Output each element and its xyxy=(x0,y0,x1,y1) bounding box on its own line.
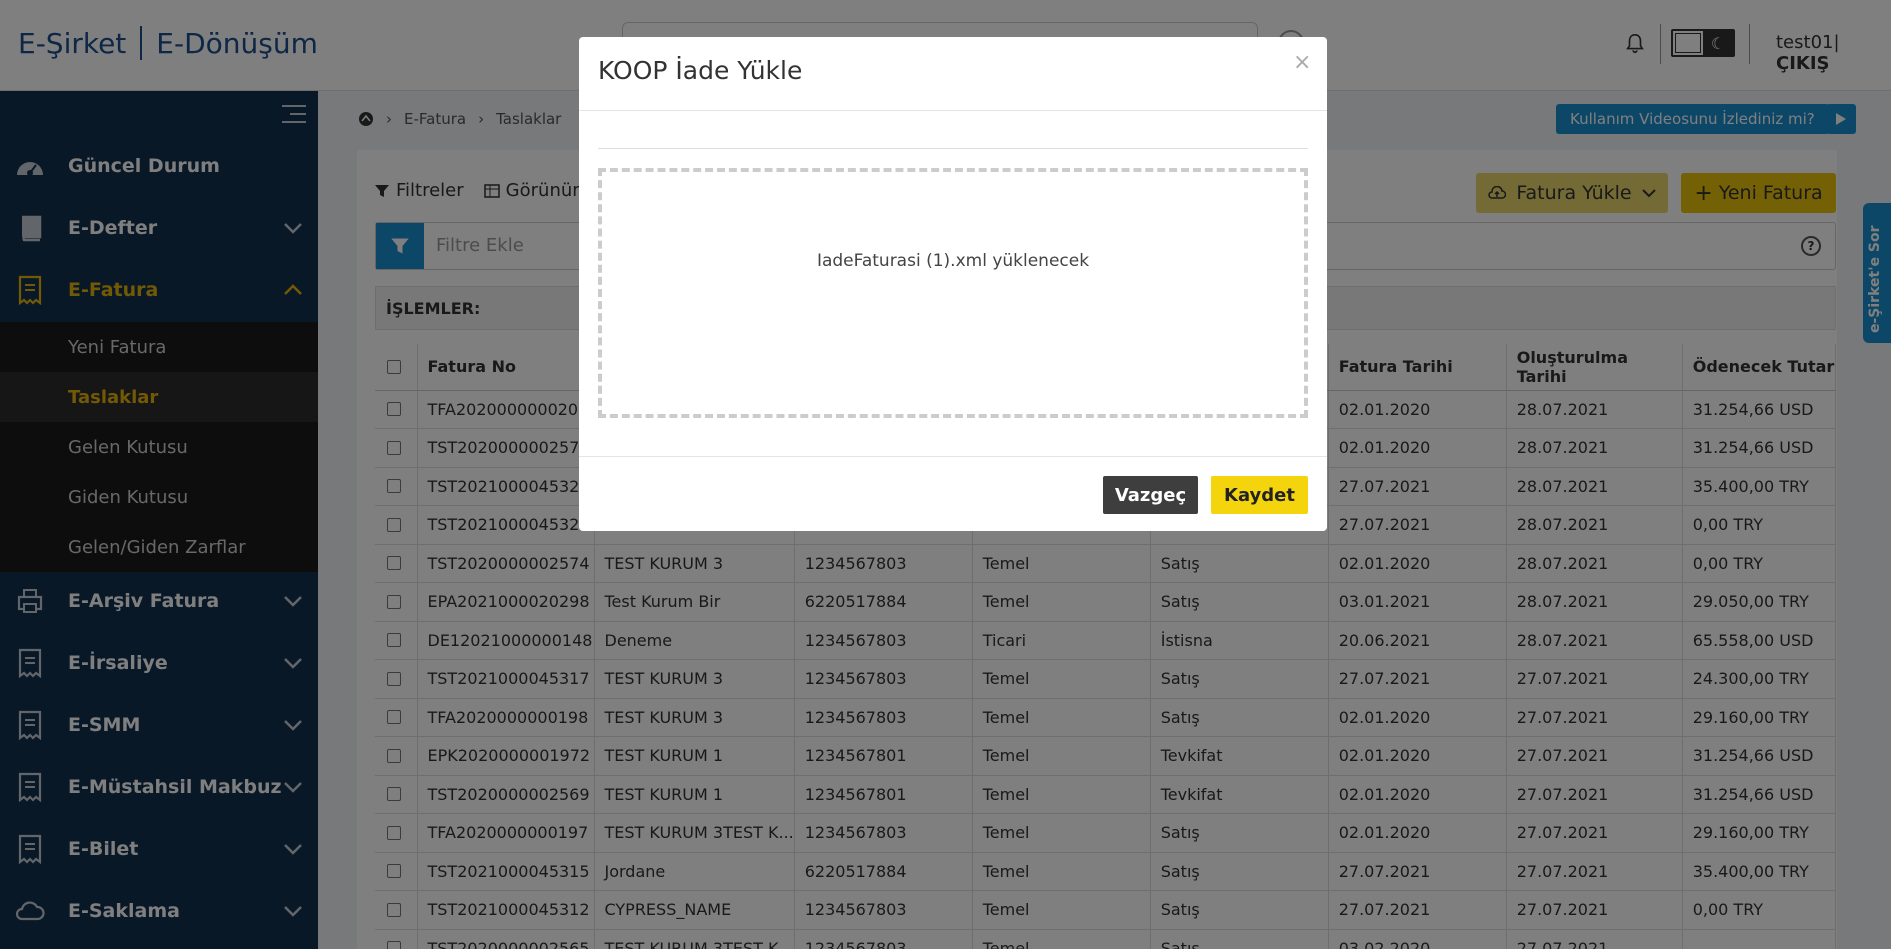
modal-divider xyxy=(579,456,1327,457)
koop-iade-upload-modal: KOOP İade Yükle × IadeFaturasi (1).xml y… xyxy=(579,37,1327,531)
close-icon[interactable]: × xyxy=(1293,50,1311,75)
file-dropzone[interactable]: IadeFaturasi (1).xml yüklenecek xyxy=(598,168,1308,418)
modal-divider xyxy=(579,110,1327,111)
save-button[interactable]: Kaydet xyxy=(1211,476,1308,514)
dropzone-text: IadeFaturasi (1).xml yüklenecek xyxy=(816,251,1090,271)
cancel-button[interactable]: Vazgeç xyxy=(1103,476,1198,514)
modal-divider xyxy=(598,148,1308,149)
modal-title: KOOP İade Yükle xyxy=(598,56,803,85)
